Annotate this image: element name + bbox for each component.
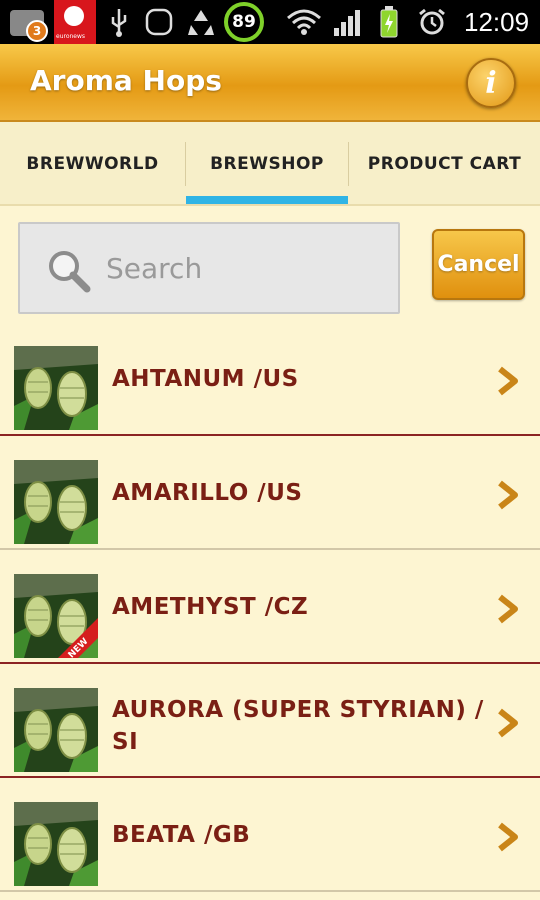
cancel-button[interactable]: Cancel [432,229,525,300]
screen-icon [142,0,176,44]
wifi-icon [284,0,324,44]
chevron-right-icon [498,480,518,510]
hop-thumbnail-image: NEW [14,574,98,658]
usb-icon [104,0,134,44]
list-item-label: AHTANUM /US [112,366,299,392]
tab-brewworld[interactable]: BREWWORLD [0,122,185,206]
notification-count-badge: 3 [26,20,48,42]
signal-icon [330,0,364,44]
tab-brewshop[interactable]: BREWSHOP [186,122,348,206]
app-header: Aroma Hops i [0,44,540,122]
status-bar: 3 euronews 89 12:09 [0,0,540,44]
battery-charging-icon [376,0,402,44]
active-tab-indicator [186,196,348,204]
euronews-icon: euronews [54,0,96,44]
alarm-icon [414,0,450,44]
list-item-label: BEATA /GB [112,822,251,848]
status-clock: 12:09 [464,6,530,37]
chevron-right-icon [498,366,518,396]
list-item[interactable]: AHTANUM /US [0,324,540,436]
recycle-icon [184,0,218,44]
list-item-label: AMARILLO /US [112,480,303,506]
info-button[interactable]: i [466,58,516,108]
list-item-label-line2: SI [112,729,139,755]
list-item-label: AURORA (SUPER STYRIAN) / SI [112,694,484,758]
battery-level-indicator: 89 [224,2,264,42]
info-icon: i [485,65,497,101]
chevron-right-icon [498,822,518,852]
hop-thumbnail-image [14,688,98,772]
search-placeholder: Search [106,252,203,285]
list-item[interactable]: AURORA (SUPER STYRIAN) / SI [0,666,540,778]
search-input[interactable]: Search [18,222,400,314]
chevron-right-icon [498,594,518,624]
tab-product-cart[interactable]: PRODUCT CART [349,122,540,206]
list-item[interactable]: NEW AMETHYST /CZ [0,552,540,664]
search-icon [49,251,91,293]
list-item-label: AMETHYST /CZ [112,594,309,620]
app-title: Aroma Hops [30,64,222,97]
tab-bar: BREWWORLD BREWSHOP PRODUCT CART [0,122,540,206]
list-item[interactable]: BEATA /GB [0,780,540,892]
chevron-right-icon [498,708,518,738]
list-item[interactable]: AMARILLO /US [0,438,540,550]
list-item-label-line1: AURORA (SUPER STYRIAN) / [112,697,484,723]
hop-thumbnail-image [14,802,98,886]
hop-thumbnail-image [14,346,98,430]
hop-thumbnail-image [14,460,98,544]
